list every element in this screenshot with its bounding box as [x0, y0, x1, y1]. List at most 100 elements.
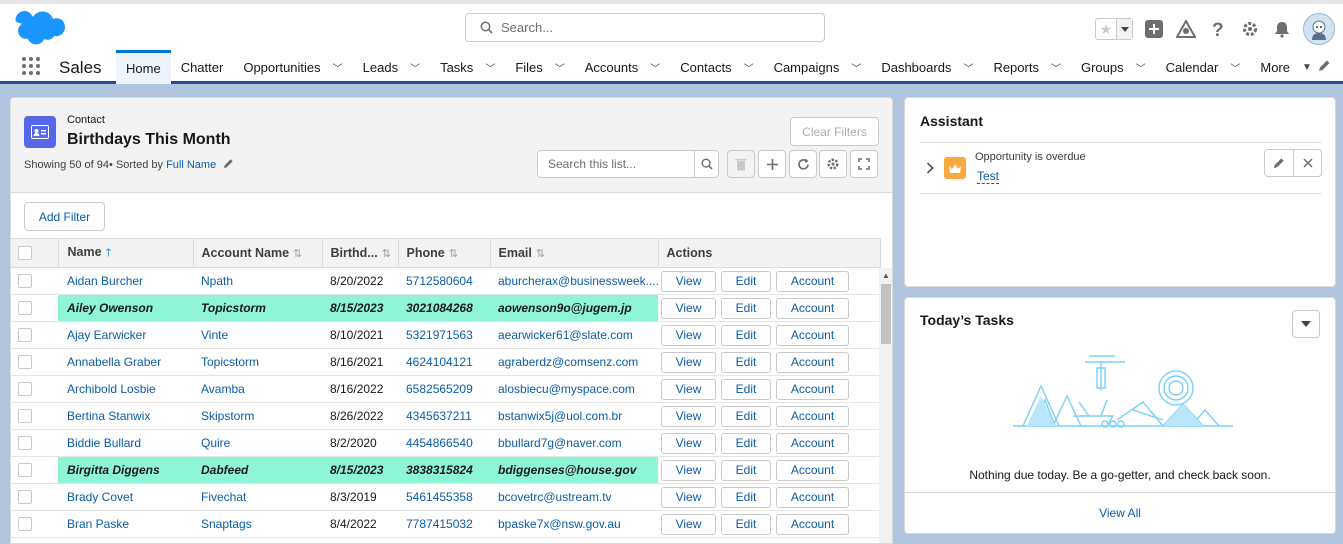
dismiss-close-icon[interactable]	[1293, 150, 1321, 176]
account-button[interactable]: Account	[776, 459, 849, 481]
contact-name-link[interactable]: Annabella Graber	[58, 348, 193, 376]
chevron-down-icon[interactable]: ﹀	[650, 60, 660, 75]
clear-filters-button[interactable]: Clear Filters	[790, 117, 879, 146]
select-all-checkbox-cell[interactable]	[11, 238, 59, 268]
account-button[interactable]: Account	[776, 486, 849, 508]
column-header-email[interactable]: Email ⇅	[490, 238, 659, 268]
contact-name-link[interactable]: Birgitta Diggens	[58, 456, 193, 484]
contact-name-link[interactable]: Bertina Stanwix	[58, 402, 193, 430]
edit-button[interactable]: Edit	[721, 459, 771, 481]
nav-tab-calendar[interactable]: Calendar ﹀	[1156, 50, 1251, 84]
email-link[interactable]: agraberdz@comsenz.com	[490, 348, 658, 376]
account-button[interactable]: Account	[776, 324, 849, 346]
view-button[interactable]: View	[661, 432, 716, 454]
email-link[interactable]: aearwicker61@slate.com	[490, 321, 658, 349]
new-plus-icon[interactable]	[758, 150, 786, 178]
contact-name-link[interactable]: Bran Paske	[58, 510, 193, 538]
list-search-input[interactable]: Search this list...	[537, 150, 719, 178]
view-button[interactable]: View	[661, 297, 716, 319]
view-all-link[interactable]: View All	[905, 492, 1335, 533]
contact-name-link[interactable]: Archibold Losbie	[58, 375, 193, 403]
trailhead-icon[interactable]	[1175, 18, 1197, 40]
view-button[interactable]: View	[661, 324, 716, 346]
nav-tab-groups[interactable]: Groups ﹀	[1071, 50, 1156, 84]
account-button[interactable]: Account	[776, 270, 849, 292]
account-name-link[interactable]: Skipstorm	[193, 402, 322, 430]
select-all-checkbox[interactable]	[18, 246, 32, 261]
star-icon[interactable]: ★	[1096, 19, 1116, 39]
edit-button[interactable]: Edit	[721, 270, 771, 292]
phone-link[interactable]: 4345637211	[398, 402, 490, 430]
account-button[interactable]: Account	[776, 513, 849, 535]
phone-link[interactable]: 3838315824	[398, 456, 490, 484]
column-header-phone[interactable]: Phone ⇅	[398, 238, 491, 268]
chevron-down-icon[interactable]: ﹀	[555, 60, 565, 75]
account-name-link[interactable]: Snaptags	[193, 510, 322, 538]
table-scrollbar[interactable]: ▲	[879, 268, 892, 543]
row-checkbox-cell[interactable]	[11, 348, 58, 376]
row-checkbox[interactable]	[18, 436, 32, 451]
account-button[interactable]: Account	[776, 351, 849, 373]
user-avatar[interactable]	[1303, 13, 1335, 45]
nav-tab-campaigns[interactable]: Campaigns ﹀	[764, 50, 872, 84]
help-icon[interactable]: ?	[1207, 18, 1229, 40]
phone-link[interactable]: 5321971563	[398, 321, 490, 349]
account-name-link[interactable]: Npath	[193, 267, 322, 295]
row-checkbox-cell[interactable]	[11, 402, 58, 430]
view-button[interactable]: View	[661, 351, 716, 373]
tasks-dropdown-button[interactable]	[1292, 310, 1320, 338]
list-settings-gear-icon[interactable]	[819, 150, 847, 178]
column-header-name[interactable]: Name 🡑	[58, 238, 194, 268]
assistant-item-link[interactable]: Test	[977, 169, 1000, 184]
contact-name-link[interactable]: Ailey Owenson	[58, 294, 193, 322]
app-launcher-icon[interactable]	[22, 57, 40, 75]
email-link[interactable]: alosbiecu@myspace.com	[490, 375, 658, 403]
row-checkbox[interactable]	[18, 301, 32, 316]
edit-button[interactable]: Edit	[721, 378, 771, 400]
scrollbar-thumb[interactable]	[881, 284, 891, 344]
nav-tab-contacts[interactable]: Contacts ﹀	[670, 50, 763, 84]
chevron-down-icon[interactable]: ﹀	[1230, 60, 1240, 75]
contact-name-link[interactable]: Ajay Earwicker	[58, 321, 193, 349]
column-header-account-name[interactable]: Account Name ⇅	[193, 238, 323, 268]
expand-icon[interactable]	[850, 150, 878, 178]
row-checkbox-cell[interactable]	[11, 375, 58, 403]
row-checkbox-cell[interactable]	[11, 510, 58, 538]
row-checkbox[interactable]	[18, 382, 32, 397]
row-checkbox[interactable]	[18, 274, 32, 289]
chevron-down-icon[interactable]: ﹀	[410, 60, 420, 75]
row-checkbox-cell[interactable]	[11, 483, 58, 511]
global-search-input[interactable]: Search...	[465, 13, 825, 42]
chevron-down-icon[interactable]: ﹀	[1136, 60, 1146, 75]
chevron-down-icon[interactable]: ﹀	[851, 60, 861, 75]
email-link[interactable]: bstanwix5j@uol.com.br	[490, 402, 658, 430]
edit-button[interactable]: Edit	[721, 405, 771, 427]
column-header-birthdate[interactable]: Birthd... ⇅	[322, 238, 399, 268]
add-filter-button[interactable]: Add Filter	[24, 202, 105, 231]
view-button[interactable]: View	[661, 405, 716, 427]
chevron-down-icon[interactable]: ﹀	[333, 60, 343, 75]
phone-link[interactable]: 5712580604	[398, 267, 490, 295]
email-link[interactable]: aburcherax@businessweek....	[490, 267, 658, 295]
account-name-link[interactable]: Topicstorm	[193, 294, 322, 322]
row-checkbox[interactable]	[18, 409, 32, 424]
view-button[interactable]: View	[661, 486, 716, 508]
email-link[interactable]: bbullard7g@naver.com	[490, 429, 658, 457]
row-checkbox-cell[interactable]	[11, 294, 58, 322]
account-name-link[interactable]: Quire	[193, 429, 322, 457]
account-button[interactable]: Account	[776, 405, 849, 427]
edit-button[interactable]: Edit	[721, 297, 771, 319]
favorites-button[interactable]: ★	[1095, 18, 1133, 40]
row-checkbox-cell[interactable]	[11, 267, 58, 295]
account-button[interactable]: Account	[776, 432, 849, 454]
sort-arrows-icon[interactable]: ⇅	[293, 248, 302, 260]
row-checkbox-cell[interactable]	[11, 456, 58, 484]
contact-name-link[interactable]: Brady Covet	[58, 483, 193, 511]
row-checkbox-cell[interactable]	[11, 429, 58, 457]
view-button[interactable]: View	[661, 270, 716, 292]
edit-nav-pencil-icon[interactable]	[1318, 59, 1331, 75]
account-name-link[interactable]: Vinte	[193, 321, 322, 349]
nav-tab-accounts[interactable]: Accounts ﹀	[575, 50, 670, 84]
nav-tab-files[interactable]: Files ﹀	[505, 50, 574, 84]
edit-button[interactable]: Edit	[721, 351, 771, 373]
